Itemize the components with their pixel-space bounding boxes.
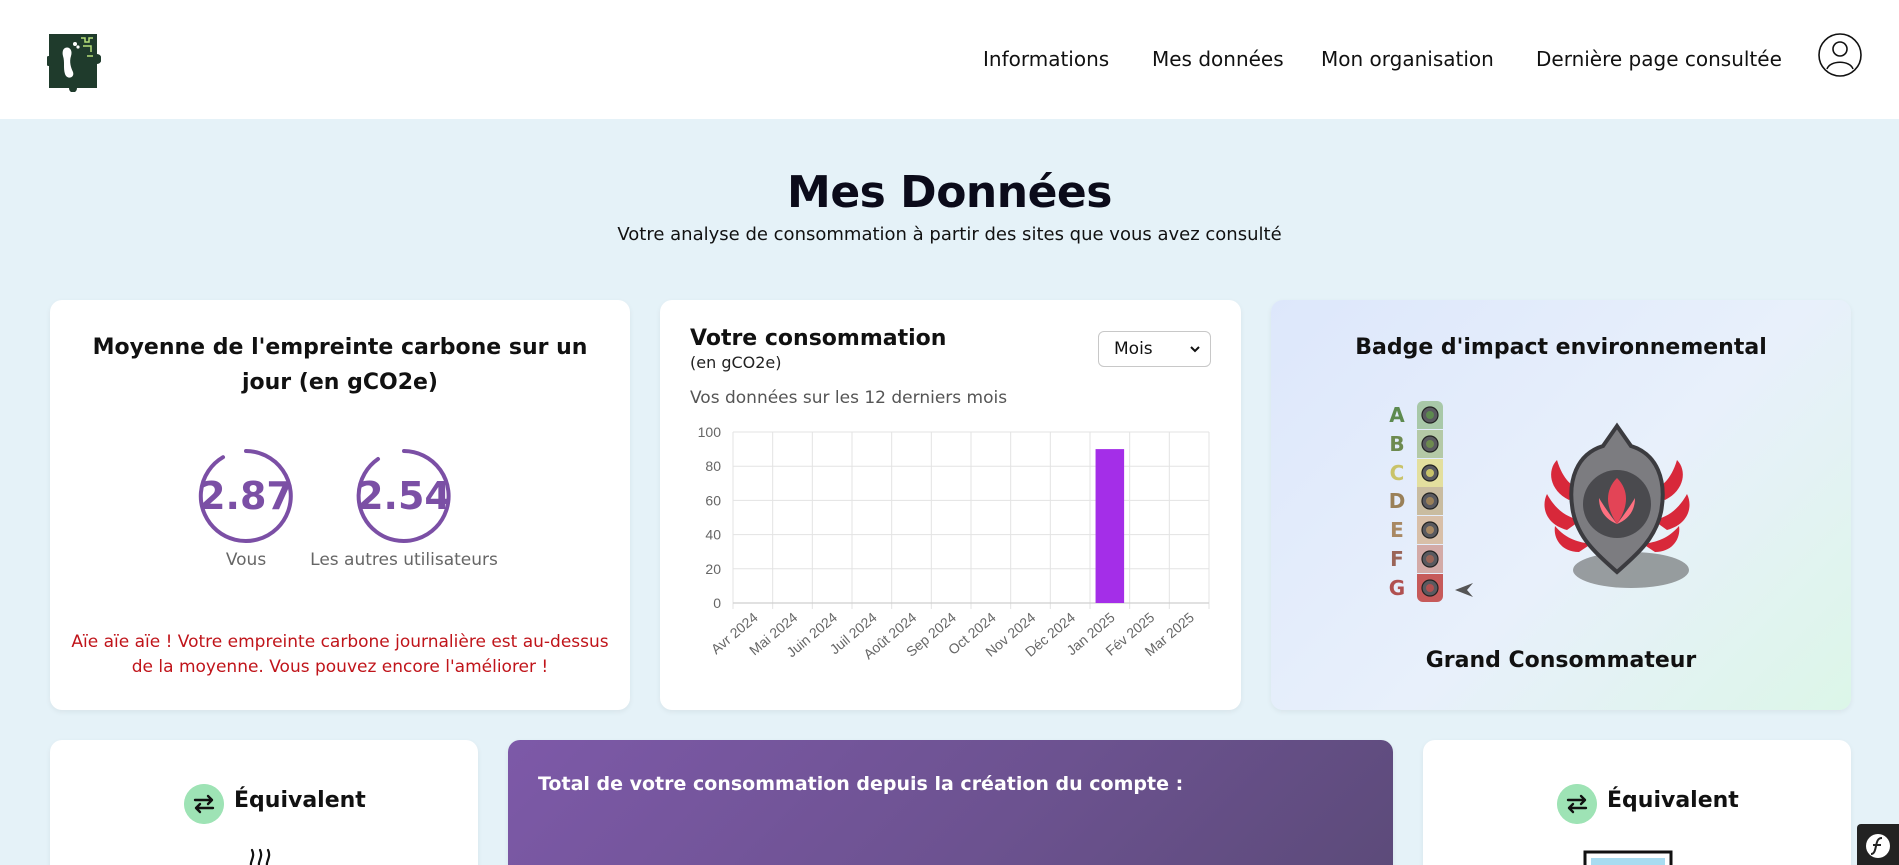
grade-letter-g: G	[1388, 575, 1406, 600]
gauge-others: 2.54	[356, 448, 452, 544]
chart-ytick-label: 80	[705, 458, 721, 474]
nav-link-mon-organisation[interactable]: Mon organisation	[1321, 47, 1494, 71]
grade-medal-icon-f	[1417, 545, 1443, 573]
consumption-title: Votre consommation	[690, 326, 947, 351]
grade-medal-icon-e	[1417, 516, 1443, 545]
chart-ytick-label: 60	[705, 492, 721, 508]
top-navbar: Informations Mes données Mon organisatio…	[0, 0, 1899, 119]
badge-card-title: Badge d'impact environnemental	[1355, 335, 1767, 360]
grade-medal-icon-b	[1417, 429, 1443, 458]
consumption-card: 0 20 40 60 80 100 Avr 2024 Mai 2024 Juin 2024 Jui…	[660, 300, 1241, 710]
chevron-down-icon	[1190, 346, 1200, 353]
average-card-title: Moyenne de l'empreinte carbone sur un jo…	[92, 335, 588, 395]
page-title: Mes Données	[787, 167, 1112, 218]
grade-letter-f: F	[1390, 547, 1404, 571]
symfony-icon	[1866, 834, 1890, 858]
exchange-icon	[1557, 784, 1597, 824]
debug-toolbar-toggle[interactable]	[1857, 824, 1899, 865]
badge-name: Grand Consommateur	[1425, 648, 1697, 673]
exchange-icon	[184, 784, 224, 824]
consumption-unit: (en gCO2e)	[690, 353, 782, 372]
chart-ytick-label: 0	[713, 595, 721, 611]
chart-bar	[1095, 449, 1125, 603]
grade-letter-c: C	[1389, 460, 1405, 485]
chart-ytick-label: 100	[698, 424, 722, 440]
screen-icon	[1583, 850, 1673, 865]
grade-letter-d: D	[1388, 489, 1406, 514]
badge-medal-icon	[1544, 422, 1690, 588]
grade-medal-icon-d	[1417, 487, 1443, 516]
grade-medal-icon-c	[1417, 458, 1443, 487]
footprint-warning: Aïe aïe aïe ! Votre empreinte carbone jo…	[71, 632, 609, 677]
period-select[interactable]: Mois	[1098, 331, 1211, 367]
grade-letter-a: A	[1389, 403, 1405, 427]
chart-ytick-label: 40	[705, 527, 721, 543]
logo-icon[interactable]	[47, 32, 101, 92]
current-grade-pointer-icon	[1455, 583, 1473, 597]
average-footprint-card: Moyenne de l'empreinte carbone sur un jo…	[50, 300, 630, 710]
nav-link-informations[interactable]: Informations	[983, 47, 1109, 71]
equivalent-card-left: Équivalent	[50, 740, 478, 865]
gauge-you-label: Vous	[225, 550, 267, 570]
gauge-others-value: 2.54	[357, 474, 451, 518]
period-select-value: Mois	[1114, 339, 1153, 359]
grade-medal-icon-g	[1417, 573, 1443, 602]
equivalent-right-title: Équivalent	[1607, 788, 1739, 813]
steam-icon	[249, 848, 271, 865]
grade-medal-icon-a	[1417, 401, 1443, 429]
total-consumption-card: Total de votre consommation depuis la cr…	[508, 740, 1393, 865]
consumption-period-label: Vos données sur les 12 derniers mois	[690, 388, 1008, 408]
chart-ytick-label: 20	[705, 561, 721, 577]
gauge-others-label: Les autres utilisateurs	[310, 550, 498, 570]
nav-link-derniere-page[interactable]: Dernière page consultée	[1536, 47, 1782, 71]
equivalent-left-title: Équivalent	[234, 788, 366, 813]
total-consumption-title: Total de votre consommation depuis la cr…	[538, 773, 1184, 795]
gauge-you: 2.87	[198, 448, 294, 544]
environmental-badge-card: Badge d'impact environnemental ABCDEFG G…	[1271, 300, 1851, 710]
nav-link-mes-donnees[interactable]: Mes données	[1152, 47, 1284, 71]
page-subtitle: Votre analyse de consommation à partir d…	[617, 224, 1282, 245]
gauge-you-value: 2.87	[199, 474, 293, 518]
grade-letter-e: E	[1390, 518, 1404, 543]
user-account-icon[interactable]	[1818, 33, 1862, 77]
equivalent-card-right: Équivalent	[1423, 740, 1851, 865]
grade-letter-b: B	[1389, 431, 1405, 456]
